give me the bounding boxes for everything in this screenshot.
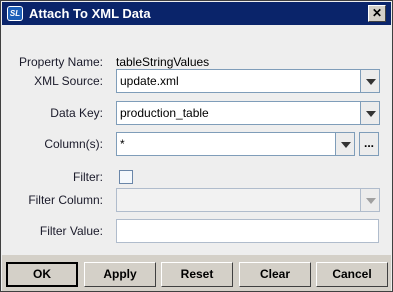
dialog-window: SL Attach To XML Data ✕ Property Name: t… bbox=[0, 0, 393, 292]
dialog-title: Attach To XML Data bbox=[29, 6, 151, 21]
clear-button[interactable]: Clear bbox=[239, 262, 311, 287]
filter-value-label: Filter Value: bbox=[39, 224, 103, 238]
filter-column-label: Filter Column: bbox=[28, 193, 103, 207]
app-logo-icon: SL bbox=[7, 6, 23, 21]
app-logo-text: SL bbox=[8, 7, 22, 20]
chevron-down-icon[interactable] bbox=[335, 132, 355, 156]
filter-value-row: Filter Value: bbox=[1, 219, 392, 245]
columns-combo[interactable]: * bbox=[116, 132, 336, 156]
chevron-down-icon[interactable] bbox=[360, 188, 380, 212]
cancel-button[interactable]: Cancel bbox=[316, 262, 388, 287]
columns-browse-button[interactable]: ... bbox=[359, 132, 379, 156]
xml-source-value: update.xml bbox=[120, 74, 179, 88]
columns-label: Column(s): bbox=[44, 137, 103, 151]
apply-button[interactable]: Apply bbox=[84, 262, 156, 287]
close-icon[interactable]: ✕ bbox=[368, 5, 386, 22]
filter-column-combo[interactable] bbox=[116, 188, 361, 212]
property-name-value: tableStringValues bbox=[116, 55, 210, 69]
xml-source-row: XML Source: update.xml bbox=[1, 69, 392, 95]
columns-value: * bbox=[120, 137, 125, 151]
columns-row: Column(s): * ... bbox=[1, 132, 392, 158]
filter-label: Filter: bbox=[73, 170, 103, 184]
filter-value-input[interactable] bbox=[116, 219, 379, 243]
filter-column-row: Filter Column: bbox=[1, 188, 392, 214]
chevron-down-icon[interactable] bbox=[360, 101, 380, 125]
title-bar[interactable]: SL Attach To XML Data ✕ bbox=[2, 2, 391, 25]
button-bar: OK Apply Reset Clear Cancel bbox=[2, 255, 391, 291]
xml-source-label: XML Source: bbox=[34, 74, 103, 88]
data-key-label: Data Key: bbox=[50, 106, 103, 120]
data-key-row: Data Key: production_table bbox=[1, 101, 392, 127]
data-key-value: production_table bbox=[120, 106, 209, 120]
xml-source-combo[interactable]: update.xml bbox=[116, 69, 361, 93]
chevron-down-icon[interactable] bbox=[360, 69, 380, 93]
reset-button[interactable]: Reset bbox=[161, 262, 233, 287]
ok-button[interactable]: OK bbox=[6, 262, 78, 287]
data-key-combo[interactable]: production_table bbox=[116, 101, 361, 125]
filter-checkbox[interactable] bbox=[119, 170, 133, 184]
property-name-label: Property Name: bbox=[18, 55, 103, 69]
